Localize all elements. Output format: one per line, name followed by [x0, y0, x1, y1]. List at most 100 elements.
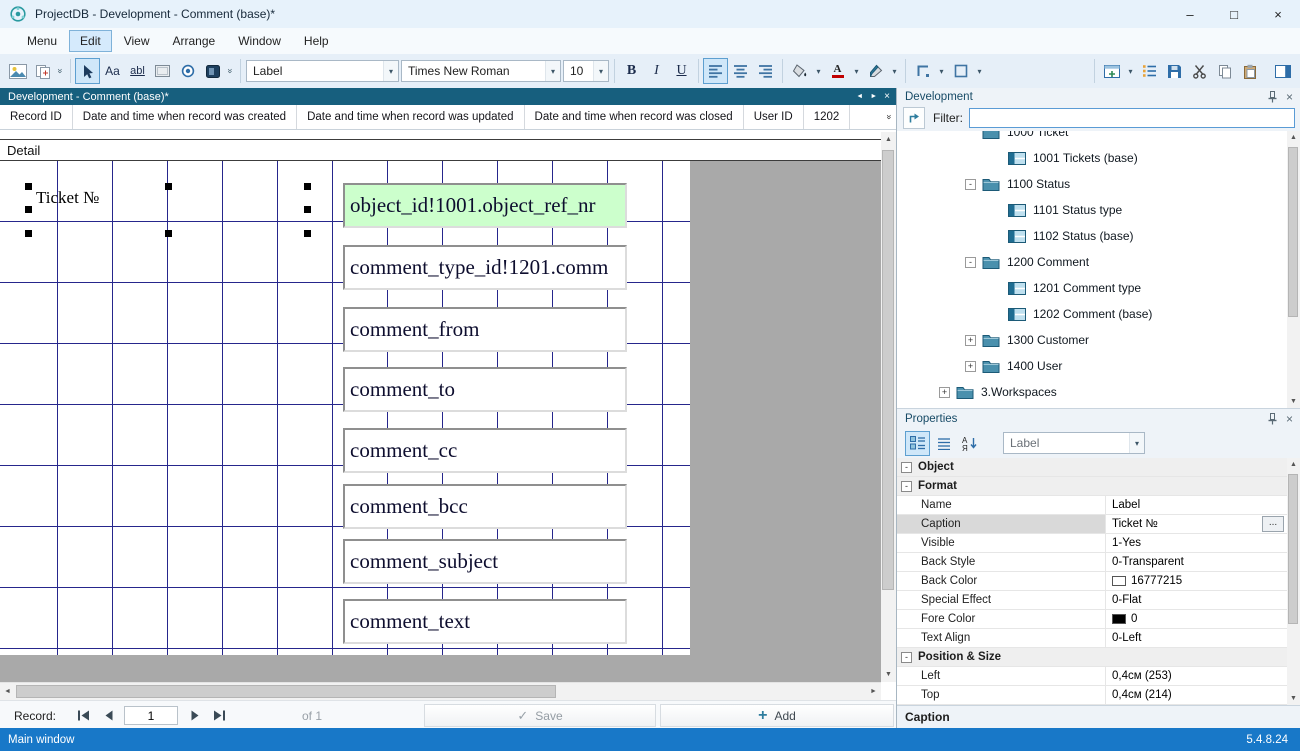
property-group-position-size[interactable]: -Position & Size [897, 648, 1287, 667]
designer-horizontal-scrollbar[interactable]: ◄ ► [0, 682, 881, 700]
menu-window[interactable]: Window [227, 30, 292, 52]
expand-icon[interactable]: + [965, 361, 976, 372]
chevron-down-icon[interactable]: ▾ [1129, 433, 1144, 453]
copy-button[interactable] [1212, 58, 1237, 84]
scrollbar-thumb[interactable] [882, 150, 894, 590]
field-button-record-id[interactable]: Record ID [0, 105, 73, 129]
minimize-button[interactable]: – [1168, 0, 1212, 28]
property-row-left[interactable]: Left0,4см (253) [897, 667, 1287, 686]
textbox-comment-from[interactable]: comment_from [343, 307, 627, 352]
chevron-down-icon[interactable]: ▾ [935, 58, 948, 84]
copy-object-button[interactable] [30, 58, 55, 84]
expand-icon[interactable]: + [965, 335, 976, 346]
button-tool-button[interactable] [150, 58, 175, 84]
scroll-down-icon[interactable]: ▼ [881, 667, 896, 682]
tree-item-1201-comment-type[interactable]: +1201 Comment type [897, 275, 1287, 301]
property-row-fore-color[interactable]: Fore Color0 [897, 610, 1287, 629]
dock-panel-button[interactable] [1270, 58, 1295, 84]
tab-scroll-right-icon[interactable]: ► [870, 93, 877, 100]
tab-scroll-left-icon[interactable]: ◄ [856, 93, 863, 100]
pin-button[interactable] [1268, 91, 1277, 103]
selection-handle[interactable] [25, 183, 32, 190]
chevron-down-icon[interactable]: ▾ [973, 58, 986, 84]
save-button[interactable]: ✓Save [424, 704, 656, 727]
border-style-button[interactable] [910, 58, 935, 84]
sync-selection-button[interactable] [903, 107, 925, 129]
object-selector-combo[interactable]: Label▾ [1003, 432, 1145, 454]
filter-input[interactable] [969, 108, 1295, 128]
collapse-icon[interactable]: - [965, 257, 976, 268]
collapse-icon[interactable]: - [901, 652, 912, 663]
align-left-button[interactable] [703, 58, 728, 84]
bold-button[interactable]: B [619, 58, 644, 84]
line-width-button[interactable] [948, 58, 973, 84]
scrollbar-thumb[interactable] [1288, 147, 1298, 317]
property-value[interactable]: 0-Transparent [1106, 553, 1287, 571]
close-button[interactable]: × [1256, 0, 1300, 28]
font-size-combo[interactable]: 10▾ [563, 60, 609, 82]
previous-record-button[interactable] [98, 705, 120, 725]
tree-item-1300-customer[interactable]: +1300 Customer [897, 327, 1287, 353]
property-row-name[interactable]: NameLabel [897, 496, 1287, 515]
sort-button[interactable]: АЯ [957, 431, 982, 456]
last-record-button[interactable] [208, 705, 230, 725]
menu-help[interactable]: Help [293, 30, 340, 52]
property-row-visible[interactable]: Visible1-Yes [897, 534, 1287, 553]
scroll-down-icon[interactable]: ▼ [1287, 692, 1300, 705]
property-value[interactable]: 0 [1106, 610, 1287, 628]
tree-item-1101-status-type[interactable]: +1101 Status type [897, 197, 1287, 223]
property-row-top[interactable]: Top0,4см (214) [897, 686, 1287, 705]
tree-item-1202-comment-base[interactable]: +1202 Comment (base) [897, 301, 1287, 327]
design-canvas[interactable]: Ticket № object_id!1001.object_ref_nrcom… [0, 161, 881, 682]
maximize-button[interactable]: □ [1212, 0, 1256, 28]
scroll-left-icon[interactable]: ◄ [0, 683, 15, 700]
scroll-up-icon[interactable]: ▲ [1287, 131, 1300, 144]
style-selector-combo[interactable]: Label▾ [246, 60, 399, 82]
save-toolbar-button[interactable] [1162, 58, 1187, 84]
align-center-button[interactable] [728, 58, 753, 84]
property-row-back-style[interactable]: Back Style0-Transparent [897, 553, 1287, 572]
property-value[interactable]: 0,4см (214) [1106, 686, 1287, 704]
menu-view[interactable]: View [113, 30, 161, 52]
textbox-comment-cc[interactable]: comment_cc [343, 428, 627, 473]
select-tool-button[interactable] [75, 58, 100, 84]
option-tool-button[interactable] [175, 58, 200, 84]
label-control-ticket-no[interactable]: Ticket № [36, 188, 99, 208]
label-tool-button[interactable]: Aa [100, 58, 125, 84]
paste-button[interactable] [1237, 58, 1262, 84]
underline-button[interactable]: U [669, 58, 694, 84]
italic-button[interactable]: I [644, 58, 669, 84]
ellipsis-button[interactable]: ... [1262, 516, 1284, 532]
line-color-button[interactable] [863, 58, 888, 84]
toolbar-overflow-button[interactable]: » [55, 67, 66, 75]
first-record-button[interactable] [72, 705, 94, 725]
align-right-button[interactable] [753, 58, 778, 84]
field-button-date-and-time-when-record-was-updated[interactable]: Date and time when record was updated [297, 105, 524, 129]
property-value[interactable]: 1-Yes [1106, 534, 1287, 552]
scrollbar-thumb[interactable] [16, 685, 556, 698]
property-row-text-align[interactable]: Text Align0-Left [897, 629, 1287, 648]
selection-handle[interactable] [165, 183, 172, 190]
selection-handle[interactable] [25, 206, 32, 213]
menu-edit[interactable]: Edit [69, 30, 112, 52]
collapse-icon[interactable]: - [901, 462, 912, 473]
scrollbar-thumb[interactable] [1288, 474, 1298, 624]
property-row-special-effect[interactable]: Special Effect0-Flat [897, 591, 1287, 610]
chevron-down-icon[interactable]: ▾ [383, 61, 398, 81]
close-panel-icon[interactable]: × [1286, 412, 1293, 426]
tree-item-1200-comment[interactable]: -1200 Comment [897, 249, 1287, 275]
chevron-down-icon[interactable]: ▾ [812, 58, 825, 84]
font-color-button[interactable]: A [825, 58, 850, 84]
selection-handle[interactable] [25, 230, 32, 237]
scroll-right-icon[interactable]: ► [866, 683, 881, 700]
designer-vertical-scrollbar[interactable]: ▲ ▼ [881, 132, 896, 682]
field-button-user-id[interactable]: User ID [744, 105, 804, 129]
scroll-up-icon[interactable]: ▲ [881, 132, 896, 147]
scroll-up-icon[interactable]: ▲ [1287, 458, 1300, 471]
next-record-button[interactable] [184, 705, 206, 725]
property-value[interactable]: 0-Left [1106, 629, 1287, 647]
tree-item-1001-tickets-base[interactable]: +1001 Tickets (base) [897, 145, 1287, 171]
font-name-combo[interactable]: Times New Roman▾ [401, 60, 561, 82]
property-group-format[interactable]: -Format [897, 477, 1287, 496]
tab-development-comment[interactable]: Development - Comment (base)* [0, 91, 177, 103]
